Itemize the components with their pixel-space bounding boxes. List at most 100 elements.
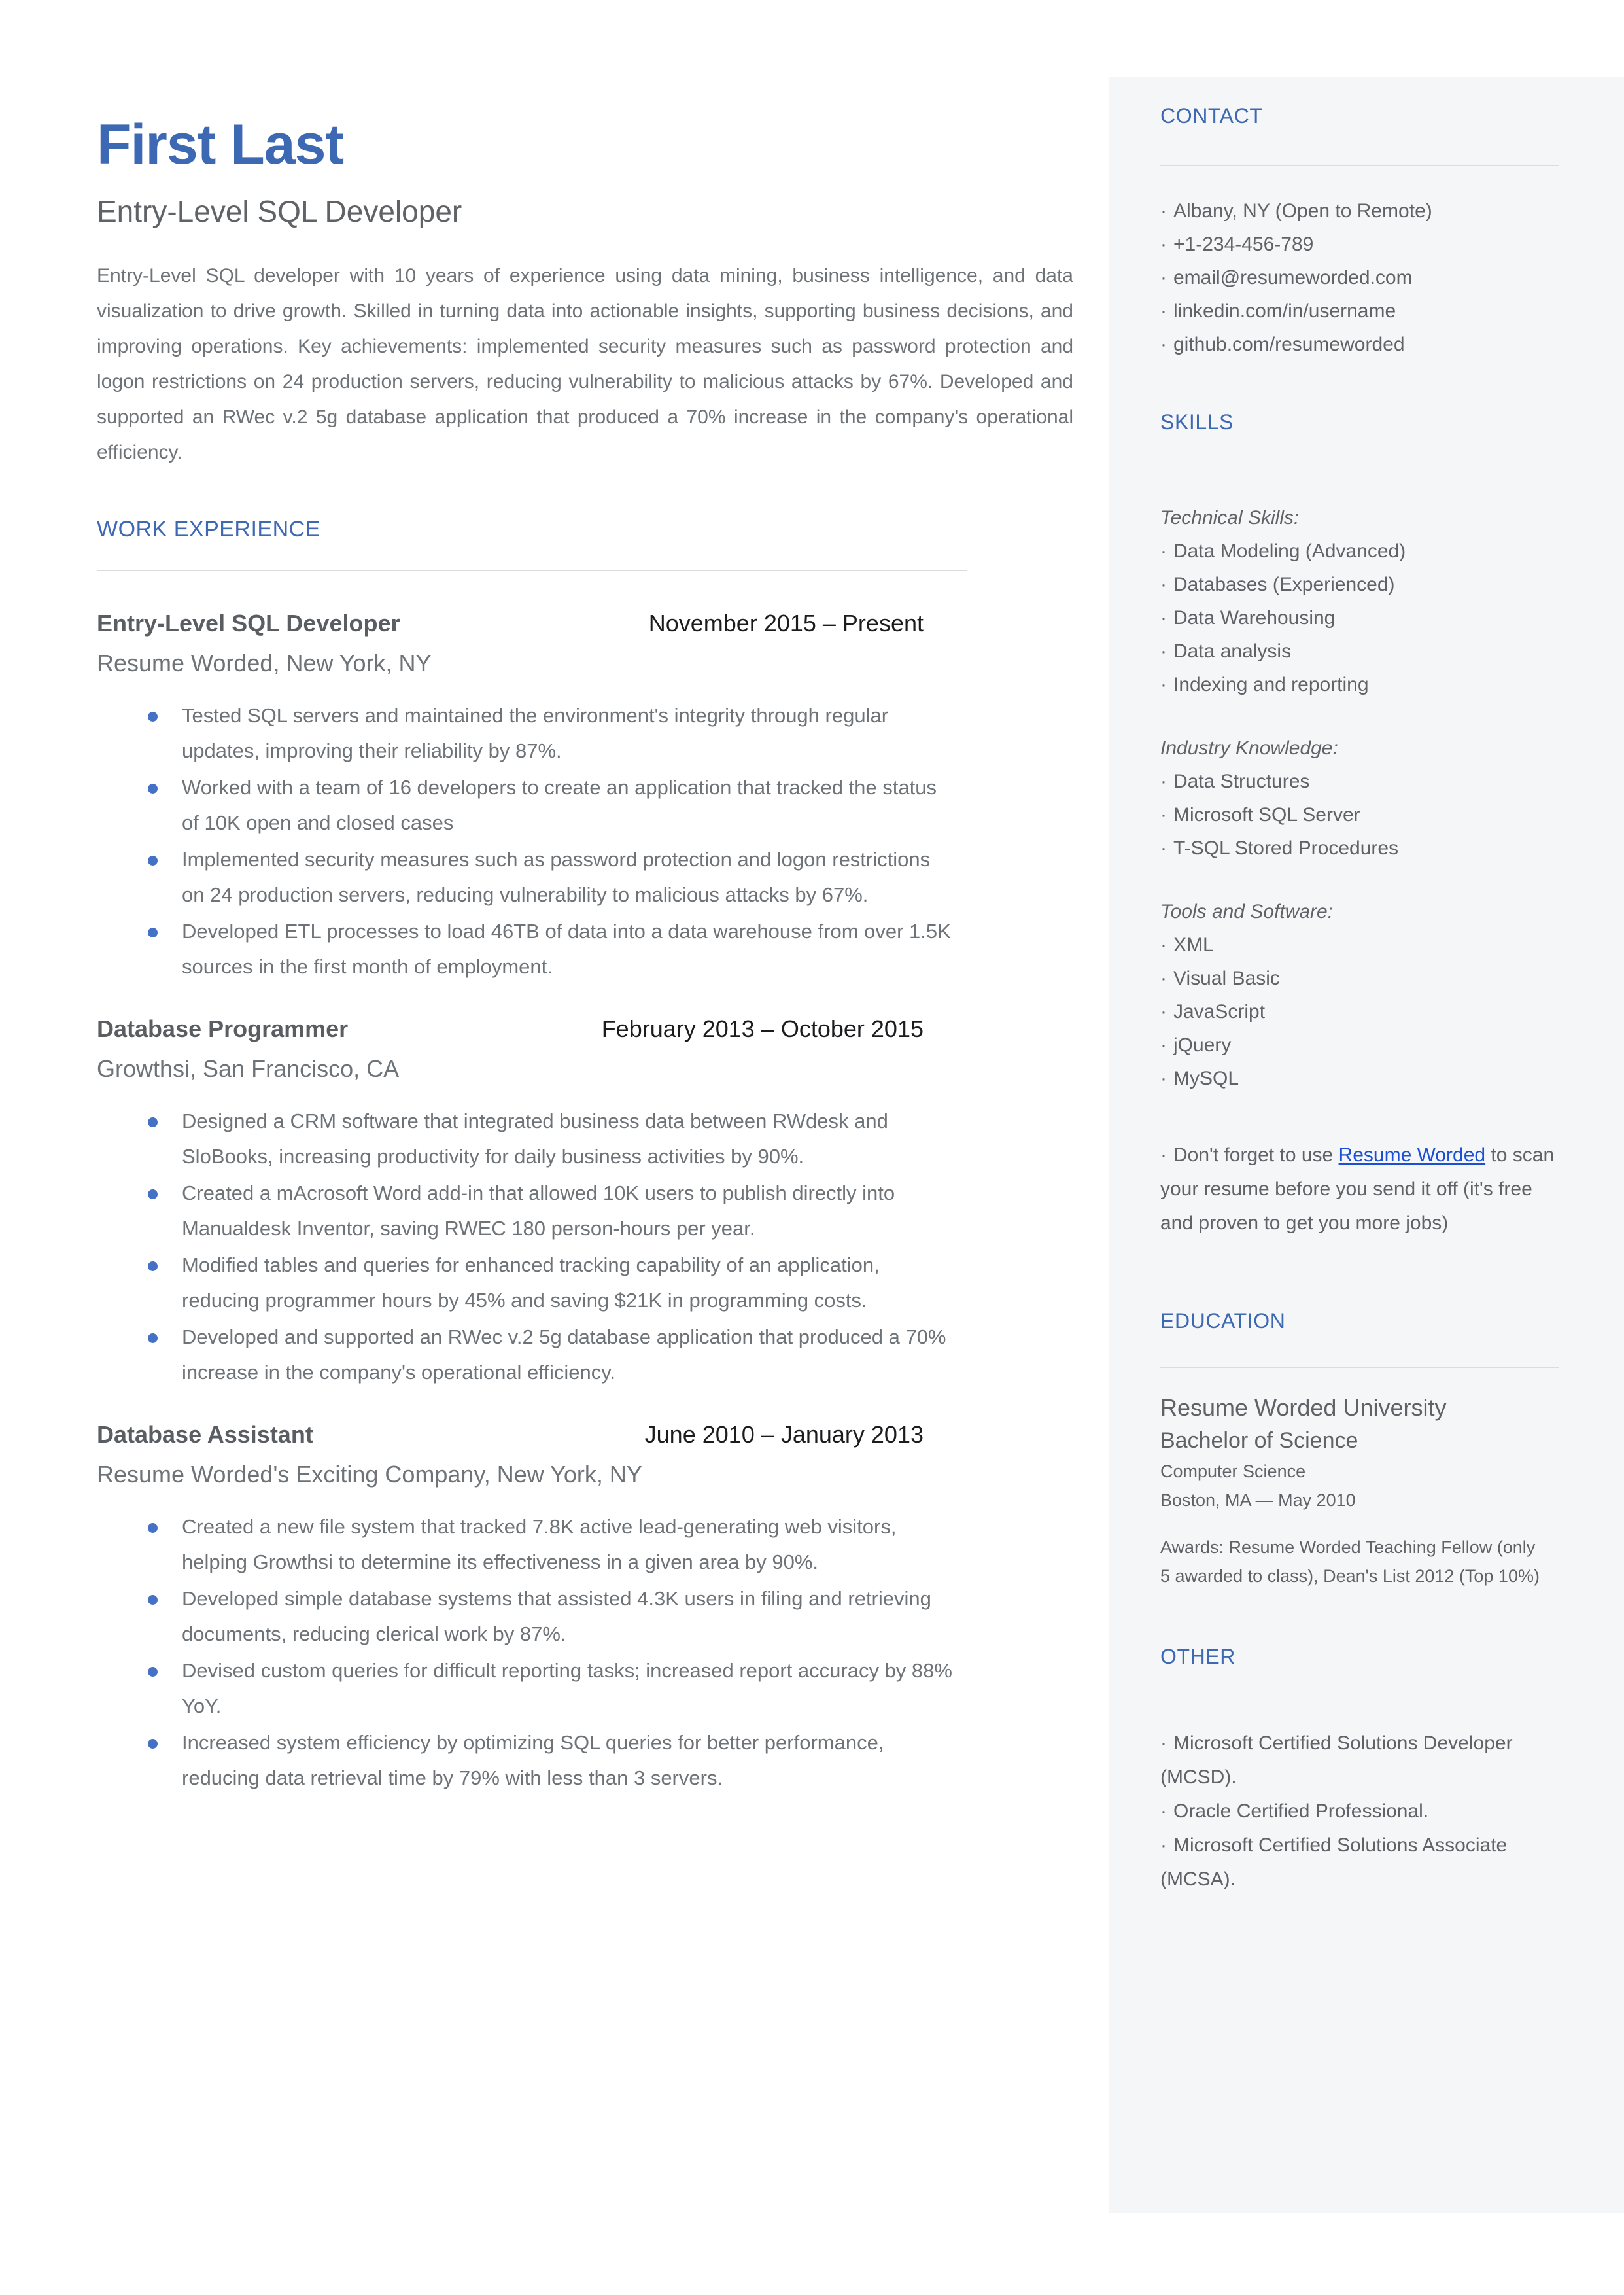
sidebar: CONTACT · Albany, NY (Open to Remote) · +1… (1109, 77, 1624, 2213)
job-bullet: Created a new file system that tracked 7… (97, 1509, 954, 1580)
education-heading: EDUCATION (1160, 1308, 1286, 1333)
skills-section: SKILLS Technical Skills: · Data Modeling … (1160, 410, 1559, 1240)
resume-worded-promo: · Don't forget to use Resume Worded to sc… (1160, 1138, 1559, 1240)
skill-label: JavaScript (1173, 1000, 1266, 1023)
skill-item: · MySQL (1160, 1062, 1559, 1095)
skills-group-label-technical: Technical Skills: (1160, 506, 1300, 529)
bullet-dot-icon: · (1160, 540, 1167, 562)
promo-text-before: Don't forget to use (1173, 1144, 1339, 1166)
education-school: Resume Worded University (1160, 1394, 1447, 1422)
skill-label: XML (1173, 934, 1214, 956)
contact-item-github[interactable]: · github.com/resumeworded (1160, 328, 1559, 361)
bullet-dot-icon: · (1160, 803, 1167, 826)
education-section: EDUCATION Resume Worded University Bache… (1160, 1308, 1559, 1590)
bullet-dot-icon: · (1160, 1800, 1167, 1822)
skill-label: jQuery (1173, 1034, 1232, 1056)
job-bullet: Tested SQL servers and maintained the en… (97, 698, 954, 769)
bullet-dot-icon: · (1160, 267, 1167, 289)
skill-label: MySQL (1173, 1067, 1239, 1089)
other-item: · Microsoft Certified Solutions Associate… (1160, 1829, 1513, 1897)
contact-email-text: email@resumeworded.com (1173, 267, 1413, 289)
other-item-text: Oracle Certified Professional. (1173, 1800, 1429, 1822)
job-title: Entry-Level SQL Developer (97, 609, 400, 637)
bullet-dot-icon: · (1160, 1732, 1167, 1754)
other-heading: OTHER (1160, 1645, 1235, 1669)
job-header-row: Entry-Level SQL Developer November 2015 … (97, 608, 1078, 642)
job-header-row: Database Programmer February 2013 – Octo… (97, 1013, 1078, 1047)
job-title: Database Programmer (97, 1015, 349, 1042)
professional-summary: Entry-Level SQL developer with 10 years … (97, 265, 1073, 464)
education-awards: Awards: Resume Worded Teaching Fellow (o… (1160, 1537, 1540, 1586)
job-bullet-list: Designed a CRM software that integrated … (97, 1104, 1078, 1390)
skill-label: Visual Basic (1173, 967, 1280, 989)
contact-heading: CONTACT (1160, 104, 1263, 128)
bullet-dot-icon: · (1160, 673, 1167, 695)
bullet-dot-icon: · (1160, 234, 1167, 256)
skill-item: · jQuery (1160, 1028, 1559, 1062)
bullet-dot-icon: · (1160, 300, 1167, 323)
job-company-location: Resume Worded, New York, NY (97, 649, 432, 676)
work-experience-entry: Database Programmer February 2013 – Octo… (97, 1013, 1078, 1390)
job-company-location: Growthsi, San Francisco, CA (97, 1055, 400, 1082)
resume-worded-link[interactable]: Resume Worded (1339, 1144, 1486, 1166)
contact-location-text: Albany, NY (Open to Remote) (1173, 200, 1432, 222)
other-section: OTHER · Microsoft Certified Solutions Dev… (1160, 1644, 1559, 1896)
bullet-dot-icon: · (1160, 1034, 1167, 1056)
contact-item-email[interactable]: · email@resumeworded.com (1160, 261, 1559, 294)
job-bullet: Developed ETL processes to load 46TB of … (97, 914, 954, 985)
skills-list-tools: · XML · Visual Basic · JavaScript · jQuery ·… (1160, 928, 1559, 1095)
skill-item: · Databases (Experienced) (1160, 568, 1559, 601)
bullet-dot-icon: · (1160, 837, 1167, 859)
job-bullet: Worked with a team of 16 developers to c… (97, 770, 954, 841)
skills-group-label-tools: Tools and Software: (1160, 900, 1334, 922)
job-bullet: Designed a CRM software that integrated … (97, 1104, 954, 1174)
job-dates: February 2013 – October 2015 (601, 1015, 924, 1042)
work-experience-divider (97, 570, 967, 571)
job-title: Database Assistant (97, 1420, 313, 1448)
bullet-dot-icon: · (1160, 606, 1167, 629)
skill-item: · Data Warehousing (1160, 601, 1559, 635)
contact-section: CONTACT · Albany, NY (Open to Remote) · +1… (1160, 103, 1559, 361)
skill-label: Data analysis (1173, 640, 1292, 662)
bullet-dot-icon: · (1160, 573, 1167, 595)
contact-linkedin-text: linkedin.com/in/username (1173, 300, 1396, 323)
bullet-dot-icon: · (1160, 967, 1167, 989)
skill-label: Data Warehousing (1173, 606, 1336, 629)
job-bullet: Created a mAcrosoft Word add-in that all… (97, 1176, 954, 1246)
skill-label: Data Structures (1173, 770, 1310, 792)
skill-item: · Visual Basic (1160, 962, 1559, 995)
contact-item-linkedin[interactable]: · linkedin.com/in/username (1160, 294, 1559, 328)
bullet-dot-icon: · (1160, 770, 1167, 792)
job-bullet: Devised custom queries for difficult rep… (97, 1653, 954, 1724)
education-field: Computer Science (1160, 1462, 1306, 1482)
skill-item: · T-SQL Stored Procedures (1160, 832, 1559, 865)
skill-item: · XML (1160, 928, 1559, 962)
job-bullet: Developed and supported an RWec v.2 5g d… (97, 1320, 954, 1390)
skill-item: · Microsoft SQL Server (1160, 798, 1559, 832)
bullet-dot-icon: · (1160, 334, 1167, 356)
main-column: First Last Entry-Level SQL Developer Ent… (97, 0, 1078, 1797)
contact-divider (1160, 165, 1559, 166)
job-bullet-list: Tested SQL servers and maintained the en… (97, 698, 1078, 985)
job-bullet-list: Created a new file system that tracked 7… (97, 1509, 1078, 1796)
job-dates: June 2010 – January 2013 (644, 1420, 924, 1448)
job-company-location: Resume Worded's Exciting Company, New Yo… (97, 1460, 642, 1488)
job-header-row: Database Assistant June 2010 – January 2… (97, 1419, 1078, 1453)
skill-label: Microsoft SQL Server (1173, 803, 1360, 826)
education-location-date: Boston, MA — May 2010 (1160, 1490, 1356, 1511)
work-experience-entry: Database Assistant June 2010 – January 2… (97, 1419, 1078, 1796)
contact-item-location: · Albany, NY (Open to Remote) (1160, 194, 1559, 228)
bullet-dot-icon: · (1160, 1144, 1167, 1166)
bullet-dot-icon: · (1160, 1067, 1167, 1089)
bullet-dot-icon: · (1160, 1000, 1167, 1023)
job-bullet: Implemented security measures such as pa… (97, 842, 954, 913)
skill-item: · Data analysis (1160, 635, 1559, 668)
skills-group-label-industry: Industry Knowledge: (1160, 737, 1338, 759)
skill-item: · Data Modeling (Advanced) (1160, 534, 1559, 568)
skills-list-industry: · Data Structures · Microsoft SQL Server ·… (1160, 765, 1559, 865)
contact-list: · Albany, NY (Open to Remote) · +1-234-456… (1160, 194, 1559, 361)
education-degree: Bachelor of Science (1160, 1428, 1358, 1454)
job-headline: Entry-Level SQL Developer (97, 194, 462, 228)
